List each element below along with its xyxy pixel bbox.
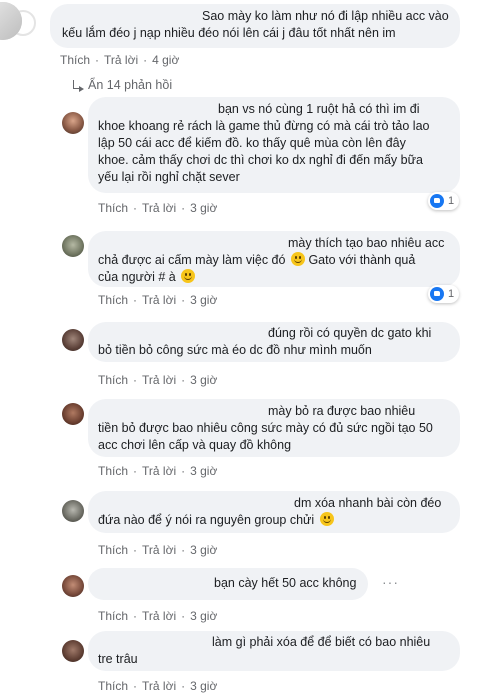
redaction-mask	[98, 494, 282, 508]
avatar[interactable]	[0, 2, 22, 40]
avatar[interactable]	[62, 640, 84, 662]
smiley-emoji-icon	[319, 512, 334, 526]
reply-arrow-icon	[72, 80, 84, 92]
comment-text-line: bỏ tiền bỏ công sức mà éo dc đồ như mình…	[98, 343, 372, 357]
timestamp[interactable]: 4 giờ	[152, 53, 179, 67]
comment-actions: Thích · Trả lời · 3 giờ	[98, 373, 218, 387]
avatar[interactable]	[62, 500, 84, 522]
comment-actions: Thích · Trả lời · 3 giờ	[98, 679, 218, 693]
reply-link[interactable]: Trả lời	[142, 373, 176, 387]
like-link[interactable]: Thích	[98, 201, 128, 215]
reply-link[interactable]: Trả lời	[142, 543, 176, 557]
reply-link[interactable]: Trả lời	[142, 464, 176, 478]
avatar[interactable]	[62, 575, 84, 597]
reply-link[interactable]: Trả lời	[142, 201, 176, 215]
smiley-emoji-icon	[290, 252, 305, 266]
like-link[interactable]: Thích	[98, 543, 128, 557]
comment-text-line: khoe. cảm thấy chơi dc thì chơi ko dx ng…	[98, 153, 423, 167]
redaction-mask	[98, 577, 202, 591]
comment-actions: Thích · Trả lời · 4 giờ	[60, 53, 180, 67]
comment-text-line: acc chơi lên cấp và quay đồ không	[98, 438, 292, 452]
redaction-mask	[98, 402, 254, 416]
timestamp[interactable]: 3 giờ	[190, 543, 217, 557]
comment-text-line: tiền bỏ được bao nhiêu công sức mày có đ…	[98, 421, 433, 435]
timestamp[interactable]: 3 giờ	[190, 293, 217, 307]
comment-actions: Thích · Trả lời · 3 giờ	[98, 293, 218, 307]
like-link[interactable]: Thích	[98, 293, 128, 307]
comment-actions: Thích · Trả lời · 3 giờ	[98, 609, 218, 623]
comment-text-line: khoe khoang rẻ rách là game thủ đừng có …	[98, 119, 430, 133]
avatar[interactable]	[62, 235, 84, 257]
redaction-mask	[98, 634, 202, 648]
comment-text-line: Gato với thành quả	[308, 253, 416, 267]
reply-link[interactable]: Trả lời	[142, 609, 176, 623]
like-link[interactable]: Thích	[98, 464, 128, 478]
like-link[interactable]: Thích	[98, 373, 128, 387]
avatar[interactable]	[62, 112, 84, 134]
comment-text-line: đứa nào để ý nói ra nguyên group chửi	[98, 513, 315, 527]
hide-replies-label: Ẩn 14 phản hồi	[88, 78, 173, 92]
timestamp[interactable]: 3 giờ	[190, 464, 217, 478]
comment-text-line: của người # à	[98, 270, 176, 284]
redaction-mask	[98, 234, 272, 248]
avatar[interactable]	[62, 329, 84, 351]
timestamp[interactable]: 3 giờ	[190, 609, 217, 623]
smiley-emoji-icon	[181, 269, 196, 283]
comment-actions: Thích · Trả lời · 3 giờ	[98, 464, 218, 478]
reply-link[interactable]: Trả lời	[142, 679, 176, 693]
hide-replies-toggle[interactable]: Ẩn 14 phản hồi	[72, 78, 172, 92]
like-icon	[430, 194, 444, 208]
like-icon	[430, 287, 444, 301]
avatar[interactable]	[62, 403, 84, 425]
timestamp[interactable]: 3 giờ	[190, 679, 217, 693]
redaction-mask	[98, 325, 254, 339]
like-count-badge[interactable]: 1	[428, 285, 460, 303]
comment-text-line: chả được ai cấm mày làm việc đó	[98, 253, 286, 267]
like-link[interactable]: Thích	[98, 679, 128, 693]
timestamp[interactable]: 3 giờ	[190, 201, 217, 215]
reply-link[interactable]: Trả lời	[142, 293, 176, 307]
comment-text-line: tre trâu	[98, 652, 138, 666]
comment-text-line: yếu lại rồi nghỉ chặt sever	[98, 170, 240, 184]
timestamp[interactable]: 3 giờ	[190, 373, 217, 387]
reply-link[interactable]: Trả lời	[104, 53, 138, 67]
comment-actions: Thích · Trả lời · 3 giờ	[98, 201, 218, 215]
like-link[interactable]: Thích	[98, 609, 128, 623]
comment-actions: Thích · Trả lời · 3 giờ	[98, 543, 218, 557]
comment-text-line: lập 50 cái acc để kiếm đồ. ko thấy quê m…	[98, 136, 406, 150]
more-options-icon[interactable]: ···	[382, 574, 399, 590]
like-link[interactable]: Thích	[60, 53, 90, 67]
redaction-mask	[60, 7, 186, 21]
comment-text-line: kếu lắm đéo j nạp nhiều đéo nói lên cái …	[62, 26, 396, 40]
like-count-badge[interactable]: 1	[428, 192, 460, 210]
redaction-mask	[98, 100, 204, 114]
